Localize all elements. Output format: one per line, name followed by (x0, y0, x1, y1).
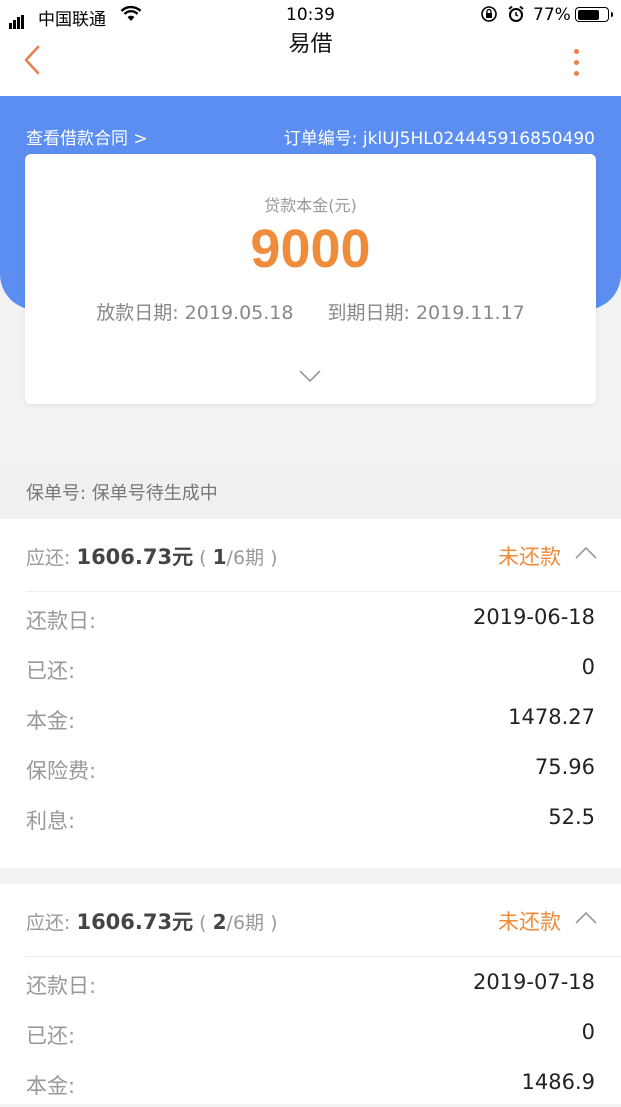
detail-value: 52.5 (548, 805, 595, 829)
view-contract-link[interactable]: 查看借款合同 > (26, 124, 148, 149)
due-amount: 1606.73元 (76, 910, 194, 934)
detail-label: 保险费: (26, 759, 97, 783)
chevron-up-icon[interactable] (575, 545, 597, 567)
order-number: 订单编号: jklUJ5HL024445916850490 (283, 129, 595, 149)
status-badge: 未还款 (498, 910, 561, 934)
period-total: /6期 (226, 547, 265, 569)
more-vertical-icon (566, 49, 586, 76)
detail-row: 已还: 0 (26, 642, 595, 692)
period-total: /6期 (226, 912, 265, 934)
loan-dates: 放款日期: 2019.05.18 到期日期: 2019.11.17 (25, 298, 596, 325)
more-button[interactable] (566, 46, 586, 82)
due-amount: 1606.73元 (76, 545, 194, 569)
detail-label: 本金: (26, 1074, 76, 1098)
detail-value: 2019-06-18 (472, 605, 595, 629)
detail-value: 1478.27 (508, 705, 595, 729)
due-label: 应还: (26, 547, 71, 569)
installment-card: 应还: 1606.73元 ( 1/6期 ) 未还款 还款日: 2019-06-18… (0, 519, 621, 868)
detail-value: 0 (581, 1020, 595, 1044)
detail-row: 还款日: 2019-07-18 (26, 957, 595, 1007)
detail-row: 本金: 1486.9 (26, 1057, 595, 1107)
detail-label: 还款日: (26, 609, 97, 633)
principal-amount: 9000 (250, 219, 371, 279)
principal-label: 贷款本金(元) (264, 196, 357, 215)
status-bar: 中国联通 10:39 77% (0, 0, 621, 32)
detail-value: 2019-07-18 (472, 970, 595, 994)
chevron-up-icon[interactable] (575, 910, 597, 932)
detail-label: 本金: (26, 709, 76, 733)
status-badge: 未还款 (498, 545, 561, 569)
installment-amount: 应还: 1606.73元 ( 2/6期 ) (26, 906, 278, 936)
detail-value: 1486.9 (521, 1070, 595, 1094)
disbursed-date: 放款日期: 2019.05.18 (96, 302, 294, 324)
orientation-lock-icon (480, 5, 498, 28)
installment-amount: 应还: 1606.73元 ( 1/6期 ) (26, 541, 278, 571)
detail-label: 利息: (26, 809, 76, 833)
battery-percent: 77% (533, 5, 571, 25)
period-open: ( (199, 912, 207, 934)
due-date: 到期日期: 2019.11.17 (327, 302, 525, 324)
alarm-icon (507, 5, 525, 28)
installment-header[interactable]: 应还: 1606.73元 ( 1/6期 ) 未还款 (26, 519, 621, 592)
period-number: 1 (212, 545, 227, 569)
detail-value: 75.96 (534, 755, 595, 779)
installment-card: 应还: 1606.73元 ( 2/6期 ) 未还款 还款日: 2019-07-18… (0, 884, 621, 1104)
chevron-down-icon (299, 370, 321, 383)
detail-row: 保险费: 75.96 (26, 742, 595, 792)
installment-header[interactable]: 应还: 1606.73元 ( 2/6期 ) 未还款 (26, 884, 621, 957)
policy-number-bar: 保单号: 保单号待生成中 (0, 469, 621, 519)
detail-row: 利息: 52.5 (26, 792, 595, 842)
detail-value: 0 (581, 655, 595, 679)
page-title: 易借 (288, 32, 333, 57)
battery-icon (575, 7, 613, 22)
period-open: ( (199, 547, 207, 569)
period-close: ) (270, 912, 278, 934)
detail-row: 本金: 1478.27 (26, 692, 595, 742)
expand-details-button[interactable] (299, 368, 321, 390)
detail-row: 还款日: 2019-06-18 (26, 592, 595, 642)
detail-label: 已还: (26, 1024, 76, 1048)
clock: 10:39 (286, 5, 335, 25)
loan-summary-card: 贷款本金(元) 9000 放款日期: 2019.05.18 到期日期: 2019… (25, 154, 596, 404)
policy-number: 保单号: 保单号待生成中 (26, 483, 218, 504)
period-number: 2 (212, 910, 227, 934)
detail-label: 已还: (26, 659, 76, 683)
detail-row: 已还: 0 (26, 1007, 595, 1057)
detail-label: 还款日: (26, 974, 97, 998)
nav-bar: 易借 (0, 32, 621, 96)
due-label: 应还: (26, 912, 71, 934)
period-close: ) (270, 547, 278, 569)
